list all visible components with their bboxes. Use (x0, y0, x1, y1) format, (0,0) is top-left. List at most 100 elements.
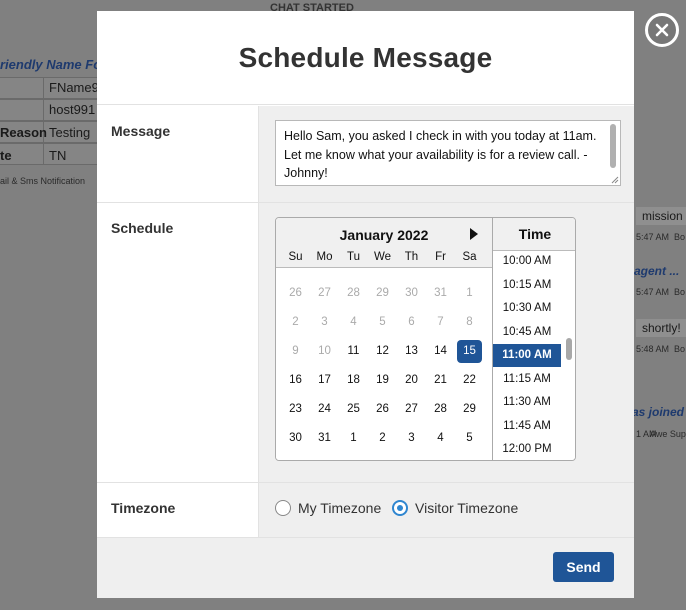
schedule-label: Schedule (97, 203, 258, 482)
calendar-day[interactable]: 27 (312, 282, 337, 305)
calendar-day[interactable]: 1 (341, 427, 366, 450)
chat-sender: Bo (674, 344, 686, 354)
calendar-day[interactable]: 20 (399, 369, 424, 392)
caret-right-icon[interactable] (468, 227, 480, 241)
calendar-day[interactable]: 30 (283, 427, 308, 450)
weekday-label: Su (288, 251, 303, 263)
calendar-day[interactable]: 25 (341, 398, 366, 421)
calendar-day[interactable]: 29 (457, 398, 482, 421)
calendar-day[interactable]: 5 (457, 427, 482, 450)
bg-row-label: te (0, 148, 12, 163)
timezone-label: Timezone (97, 483, 258, 537)
calendar-day[interactable]: 28 (341, 282, 366, 305)
time-scrollbar[interactable] (566, 338, 572, 360)
weekday-label: Mo (316, 251, 333, 263)
friendly-name-heading: riendly Name For (0, 57, 107, 72)
calendar-day[interactable]: 4 (341, 311, 366, 334)
bg-row-value: Testing (49, 125, 91, 140)
bg-cell (0, 77, 44, 99)
calendar-day[interactable]: 5 (370, 311, 395, 334)
calendar-day[interactable]: 29 (370, 282, 395, 305)
message-scrollbar[interactable] (610, 124, 616, 168)
calendar-day[interactable]: 26 (370, 398, 395, 421)
calendar: January 2022 Su Mo Tu We Th Fr Sa 26 27 28 29 30 31… (276, 218, 492, 460)
calendar-day[interactable]: 18 (341, 369, 366, 392)
close-button[interactable] (645, 13, 679, 47)
chat-sender: Awe Supp (650, 429, 686, 439)
calendar-day[interactable]: 8 (457, 311, 482, 334)
weekday-label: Tu (347, 251, 360, 263)
time-option[interactable]: 12:00 PM (493, 438, 561, 460)
chat-sender: Bo (674, 232, 686, 242)
weekday-label: We (373, 251, 392, 263)
message-textarea[interactable]: Hello Sam, you asked I check in with you… (275, 120, 621, 186)
calendar-day[interactable]: 21 (428, 369, 453, 392)
radio-my-timezone[interactable]: My Timezone (275, 500, 381, 516)
close-icon (655, 23, 669, 37)
send-button[interactable]: Send (553, 552, 614, 582)
calendar-day[interactable]: 28 (428, 398, 453, 421)
schedule-message-modal: Schedule Message Message Hello Sam, you … (97, 11, 634, 598)
calendar-day[interactable]: 2 (370, 427, 395, 450)
message-text[interactable]: Hello Sam, you asked I check in with you… (284, 127, 602, 183)
date-time-picker: January 2022 Su Mo Tu We Th Fr Sa 26 27 28 29 30 31… (275, 217, 576, 461)
calendar-day[interactable]: 14 (428, 340, 453, 363)
calendar-day[interactable]: 11 (341, 340, 366, 363)
calendar-day[interactable]: 16 (283, 369, 308, 392)
calendar-day[interactable]: 12 (370, 340, 395, 363)
chat-message: agent ... (634, 264, 680, 278)
resize-handle-icon[interactable] (609, 174, 619, 184)
calendar-day[interactable]: 27 (399, 398, 424, 421)
calendar-day[interactable]: 3 (399, 427, 424, 450)
time-option-selected[interactable]: 11:00 AM (493, 344, 561, 367)
notification-note: ail & Sms Notification (0, 176, 86, 186)
time-option[interactable]: 10:30 AM (493, 297, 561, 320)
calendar-day[interactable]: 10 (312, 340, 337, 363)
time-heading: Time (493, 218, 575, 251)
radio-visitor-timezone[interactable]: Visitor Timezone (392, 500, 518, 516)
calendar-day[interactable]: 26 (283, 282, 308, 305)
bg-row-value: host991 (49, 102, 96, 117)
calendar-day[interactable]: 3 (312, 311, 337, 334)
time-option[interactable]: 10:00 AM (493, 250, 561, 273)
time-option[interactable]: 10:15 AM (493, 274, 561, 297)
radio-circle[interactable] (275, 500, 291, 516)
time-list: Time 10:00 AM 10:15 AM 10:30 AM 10:45 AM 11:… (492, 218, 575, 460)
weekday-label: Fr (435, 251, 446, 263)
calendar-day[interactable]: 7 (428, 311, 453, 334)
time-option[interactable]: 11:30 AM (493, 391, 561, 414)
bg-row-value: FName9 (49, 80, 99, 95)
calendar-day[interactable]: 9 (283, 340, 308, 363)
chat-message: as joined (632, 405, 685, 419)
time-option[interactable]: 11:45 AM (493, 415, 561, 438)
calendar-day[interactable]: 13 (399, 340, 424, 363)
chat-message: shortly! (636, 319, 686, 337)
calendar-day-selected[interactable]: 15 (457, 340, 482, 363)
calendar-day[interactable]: 17 (312, 369, 337, 392)
message-content: Hello Sam, you asked I check in with you… (258, 106, 634, 202)
calendar-day[interactable]: 6 (399, 311, 424, 334)
calendar-month: January 2022 (339, 227, 429, 243)
calendar-day[interactable]: 2 (283, 311, 308, 334)
weekday-label: Th (404, 251, 419, 263)
calendar-day[interactable]: 4 (428, 427, 453, 450)
calendar-day[interactable]: 30 (399, 282, 424, 305)
bg-row-value: TN (49, 148, 67, 163)
time-option[interactable]: 10:45 AM (493, 321, 561, 344)
radio-circle[interactable] (392, 500, 408, 516)
calendar-day[interactable]: 31 (312, 427, 337, 450)
calendar-day[interactable]: 23 (283, 398, 308, 421)
calendar-day[interactable]: 22 (457, 369, 482, 392)
bg-cell (0, 99, 44, 121)
calendar-day[interactable]: 1 (457, 282, 482, 305)
chat-message: mission (636, 207, 686, 225)
calendar-day[interactable]: 24 (312, 398, 337, 421)
message-label: Message (97, 106, 258, 202)
timezone-content: My Timezone Visitor Timezone (258, 483, 634, 537)
calendar-day[interactable]: 19 (370, 369, 395, 392)
calendar-day[interactable]: 31 (428, 282, 453, 305)
time-option[interactable]: 11:15 AM (493, 368, 561, 391)
bg-row-label: Reason (0, 125, 47, 140)
modal-title: Schedule Message (238, 41, 493, 73)
timezone-row: Timezone My Timezone Visitor Timezone (97, 483, 634, 538)
